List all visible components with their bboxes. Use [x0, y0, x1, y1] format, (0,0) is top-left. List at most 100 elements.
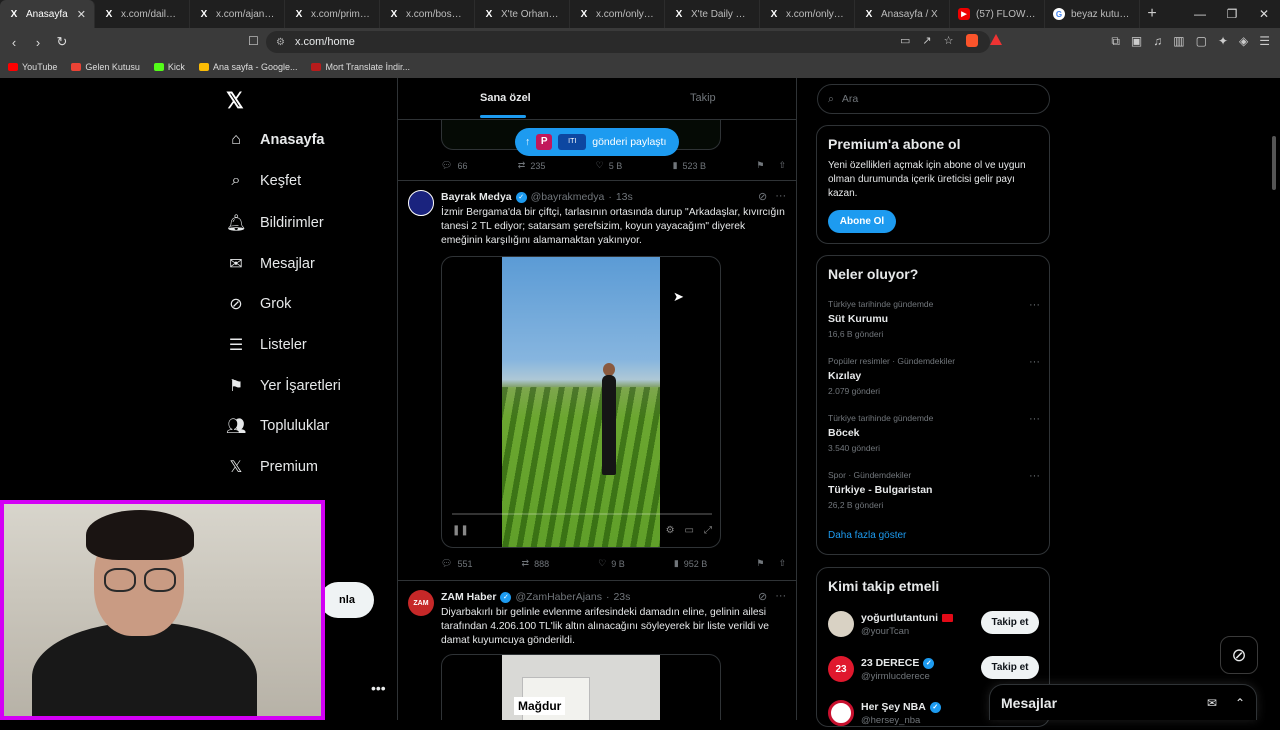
share-button[interactable]: ⇧	[778, 160, 786, 171]
tab-ajans[interactable]: Xx.com/ajans_muh	[190, 0, 285, 28]
settings-icon[interactable]: ⚙	[666, 525, 675, 536]
subscribe-button[interactable]: Abone Ol	[828, 210, 896, 233]
bookmark-icon[interactable]: ☆	[944, 34, 954, 47]
avatar[interactable]: ZAM	[408, 590, 434, 616]
share-button[interactable]: ⇧	[778, 558, 786, 569]
minimize-icon[interactable]: —	[1184, 0, 1216, 28]
screenshot-icon[interactable]: ▣	[1131, 34, 1142, 49]
messages-drawer[interactable]: Mesajlar ✉ ⌃	[989, 684, 1257, 720]
author-handle[interactable]: @bayrakmedya	[531, 191, 605, 203]
post-button[interactable]: nla	[320, 582, 374, 618]
pip-icon[interactable]: ▭	[685, 525, 694, 536]
trend-item[interactable]: Popüler resimler · Gündemdekiler Kızılay…	[828, 356, 1040, 396]
more-icon[interactable]: ···	[1029, 356, 1040, 368]
screen-cast-icon[interactable]: ▭	[900, 34, 910, 47]
tab-for-you[interactable]: Sana özel	[480, 92, 531, 104]
forward-icon[interactable]: ›	[28, 35, 48, 50]
views-button[interactable]: ▮ 523 B	[673, 160, 706, 171]
close-window-icon[interactable]: ✕	[1248, 0, 1280, 28]
author-handle[interactable]: @ZamHaberAjans	[515, 591, 602, 603]
author-name[interactable]: Bayrak Medya	[441, 191, 512, 203]
brave-shield-icon[interactable]	[965, 34, 978, 47]
page-scrollbar[interactable]	[1272, 136, 1276, 190]
bookmark-google[interactable]: Ana sayfa - Google...	[198, 62, 297, 72]
bookmark-button[interactable]: ⚑	[756, 558, 764, 569]
nav-notifications[interactable]: 🔔︎ Bildirimler	[226, 213, 324, 233]
like-button[interactable]: ♡ 5 B	[596, 160, 623, 171]
brave-rewards-icon[interactable]	[989, 34, 1002, 45]
repost-button[interactable]: ⇄ 888	[522, 558, 550, 569]
vpn-icon[interactable]: ◈	[1239, 34, 1248, 49]
more-icon[interactable]: ···	[1029, 299, 1040, 311]
search-input[interactable]	[841, 93, 1022, 105]
tab-flow360[interactable]: ▶ (57) FLOW360 | 1	[950, 0, 1045, 28]
tweet-time[interactable]: 13s	[616, 191, 633, 203]
url-input[interactable]: ⚙ x.com/home	[266, 31, 990, 53]
leo-ai-icon[interactable]: ✦	[1218, 34, 1228, 49]
close-tab-icon[interactable]: ✕	[77, 8, 86, 21]
account-menu-icon[interactable]: •••	[371, 680, 386, 696]
tab-onlydrama-2[interactable]: Xx.com/onlydrama	[760, 0, 855, 28]
nav-communities[interactable]: 👥︎ Topluluklar	[226, 416, 329, 436]
more-icon[interactable]: ···	[775, 190, 786, 203]
bookmark-button[interactable]: ⚑	[756, 160, 764, 171]
wallet-icon[interactable]: ▢	[1196, 34, 1207, 49]
x-logo-icon[interactable]: 𝕏	[226, 88, 244, 114]
fullscreen-icon[interactable]: ⤢	[704, 525, 712, 536]
grok-explain-icon[interactable]: ⊘	[758, 590, 767, 603]
nav-lists[interactable]: ☰ Listeler	[226, 335, 307, 355]
tab-onlydrama[interactable]: Xx.com/onlydrama	[570, 0, 665, 28]
follow-suggestion[interactable]: 23 23 DERECE ✓ @yirmlucderece Takip et	[828, 656, 1040, 686]
tab-anasayfa-x[interactable]: X Anasayfa / X	[855, 0, 950, 28]
pause-icon[interactable]: ❚❚	[452, 525, 469, 536]
more-icon[interactable]: ···	[1029, 470, 1040, 482]
nav-explore[interactable]: ⌕ Keşfet	[226, 172, 302, 190]
avatar[interactable]	[828, 700, 854, 726]
tab-primeghe[interactable]: Xx.com/primeghe	[285, 0, 380, 28]
reload-icon[interactable]: ↻	[52, 34, 72, 50]
trend-item[interactable]: Spor · Gündemdekiler Türkiye - Bulgarist…	[828, 470, 1040, 510]
show-more-link[interactable]: Daha fazla göster	[828, 530, 906, 541]
extension-icon[interactable]: ⧉	[1111, 34, 1120, 49]
nav-messages[interactable]: ✉ Mesajlar	[226, 254, 315, 274]
share-icon[interactable]: ↗	[922, 34, 931, 47]
avatar[interactable]: 23	[828, 656, 854, 682]
tab-beyaz-kutu[interactable]: Gbeyaz kutu ırak	[1045, 0, 1140, 28]
grok-explain-icon[interactable]: ⊘	[758, 190, 767, 203]
bookmark-mort[interactable]: Mort Translate İndir...	[311, 62, 410, 72]
more-icon[interactable]: ···	[775, 590, 786, 603]
expand-icon[interactable]: ⌃	[1228, 696, 1252, 710]
new-tab-button[interactable]: +	[1140, 5, 1164, 23]
repost-button[interactable]: ⇄ 235	[518, 160, 546, 171]
bookmark-kick[interactable]: Kick	[153, 62, 185, 72]
views-button[interactable]: ▮ 952 B	[674, 558, 707, 569]
follow-button[interactable]: Takip et	[981, 656, 1039, 679]
nav-grok[interactable]: ⊘ Grok	[226, 294, 291, 314]
nav-home[interactable]: ⌂ Anasayfa	[226, 131, 324, 149]
bookmark-gmail[interactable]: Gelen Kutusu	[71, 62, 140, 72]
music-icon[interactable]: ♫	[1153, 34, 1162, 49]
site-settings-icon[interactable]: ⚙	[276, 37, 285, 48]
back-icon[interactable]: ‹	[4, 35, 24, 50]
maximize-icon[interactable]: ❐	[1216, 0, 1248, 28]
new-message-icon[interactable]: ✉	[1200, 696, 1224, 710]
tab-following[interactable]: Takip	[690, 92, 716, 104]
search-box[interactable]: ⌕	[817, 84, 1050, 114]
avatar[interactable]	[408, 190, 434, 216]
trend-item[interactable]: Türkiye tarihinde gündemde Böcek 3.540 g…	[828, 413, 1040, 453]
reply-button[interactable]: 💬︎ 551	[441, 558, 472, 569]
sidebar-icon[interactable]: ▥	[1173, 34, 1184, 49]
tweet-time[interactable]: 23s	[613, 591, 630, 603]
tab-anasayfa[interactable]: X Anasayfa ✕	[0, 0, 95, 28]
nav-premium[interactable]: 𝕏 Premium	[226, 457, 318, 477]
follow-button[interactable]: Takip et	[981, 611, 1039, 634]
tweet-image[interactable]: Mağdur	[441, 654, 721, 720]
more-icon[interactable]: ···	[1029, 413, 1040, 425]
tab-bosunatik[interactable]: Xx.com/bosunatik	[380, 0, 475, 28]
bookmark-youtube[interactable]: YouTube	[8, 62, 57, 72]
trend-item[interactable]: Türkiye tarihinde gündemde Süt Kurumu 16…	[828, 299, 1040, 339]
follow-suggestion[interactable]: yoğurtlutantuni @yourTcan Takip et	[828, 611, 1040, 641]
tab-daily[interactable]: X X'te Daily Türkist	[665, 0, 760, 28]
reply-button[interactable]: 💬︎ 66	[441, 160, 467, 171]
bookmark-page-icon[interactable]: ☐	[248, 34, 259, 48]
